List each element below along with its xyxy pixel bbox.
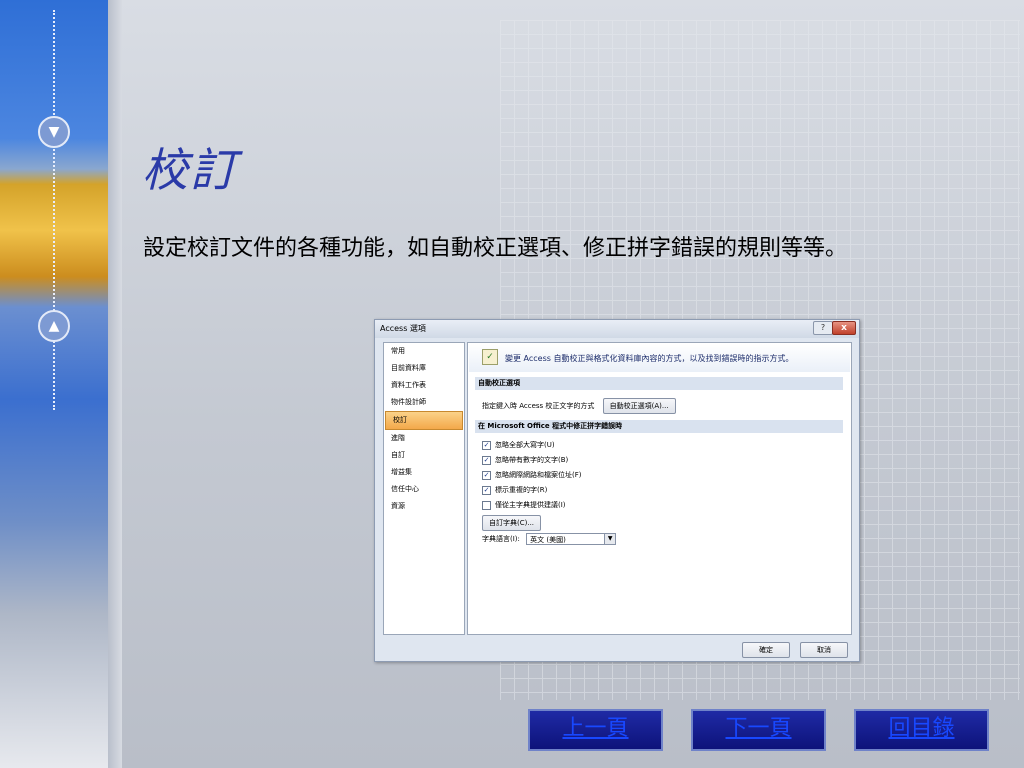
cancel-button[interactable]: 取消 [800,642,848,658]
check-label: 僅從主字典提供建議(I) [495,501,566,509]
cancel-button-wrap: 取消 [800,637,848,658]
chevron-down-icon[interactable]: ▼ [604,534,616,544]
nav-item-current-database[interactable]: 目前資料庫 [384,360,464,377]
check-label: 忽略帶有數字的文字(B) [495,456,569,464]
nav-item-advanced[interactable]: 進階 [384,430,464,447]
help-button[interactable]: ? [813,321,833,335]
autocorrect-row: 指定鍵入時 Access 校正文字的方式 自動校正選項(A)... [482,398,676,414]
access-options-dialog: Access 選項 ? x 常用 目前資料庫 資料工作表 物件設計師 校訂 進階… [374,319,860,662]
chevron-up-icon: ▲ [38,310,70,342]
proofing-check-icon: ✓ [482,349,498,365]
custom-dict-row: 自訂字典(C)... [482,515,542,531]
checkbox-checked-icon[interactable]: ✓ [482,485,491,495]
dialog-title: Access 選項 [380,324,426,333]
chevron-down-icon: ▼ [38,116,70,148]
options-nav: 常用 目前資料庫 資料工作表 物件設計師 校訂 進階 自訂 增益集 信任中心 資… [383,342,465,635]
check-label: 忽略網際網路和檔案位址(F) [495,471,582,479]
toc-button[interactable]: 回目錄 [854,709,989,751]
nav-item-object-designers[interactable]: 物件設計師 [384,394,464,411]
nav-item-datasheet[interactable]: 資料工作表 [384,377,464,394]
check-label: 忽略全部大寫字(U) [495,441,555,449]
dict-language-value: 英文 (美國) [530,536,566,544]
panel-header-text: 變更 Access 自動校正與格式化資料庫內容的方式，以及找到錯誤時的指示方式。 [505,354,794,363]
check-row-internet[interactable]: ✓ 忽略網際網路和檔案位址(F) [482,470,582,480]
check-label: 標示重複的字(R) [495,486,548,494]
dict-language-label: 字典語言(I): [482,535,520,543]
autocorrect-label: 指定鍵入時 Access 校正文字的方式 [482,402,595,410]
ok-button-wrap: 確定 [742,637,790,658]
nav-item-proofing[interactable]: 校訂 [385,411,463,430]
nav-item-customize[interactable]: 自訂 [384,447,464,464]
section-autocorrect: 自動校正選項 [475,377,843,390]
slide-title: 校訂 [142,143,238,197]
nav-item-add-ins[interactable]: 增益集 [384,464,464,481]
dialog-titlebar: Access 選項 ? x [375,320,859,338]
nav-item-general[interactable]: 常用 [384,343,464,360]
dict-language-select[interactable]: 英文 (美國) ▼ [526,533,617,545]
ok-button[interactable]: 確定 [742,642,790,658]
slide-body: 設定校訂文件的各種功能，如自動校正選項、修正拼字錯誤的規則等等。 [143,236,848,261]
check-row-uppercase[interactable]: ✓ 忽略全部大寫字(U) [482,440,555,450]
close-button[interactable]: x [832,321,856,335]
custom-dictionary-button[interactable]: 自訂字典(C)... [482,515,542,531]
section-spelling: 在 Microsoft Office 程式中修正拼字錯誤時 [475,420,843,433]
prev-page-button[interactable]: 上一頁 [528,709,663,751]
checkbox-unchecked-icon[interactable] [482,500,491,510]
dotted-line [53,10,55,410]
checkbox-checked-icon[interactable]: ✓ [482,455,491,465]
checkbox-checked-icon[interactable]: ✓ [482,440,491,450]
nav-item-resources[interactable]: 資源 [384,498,464,515]
autocorrect-options-button[interactable]: 自動校正選項(A)... [602,398,676,414]
check-row-repeated[interactable]: ✓ 標示重複的字(R) [482,485,547,495]
check-row-main-dictionary[interactable]: 僅從主字典提供建議(I) [482,500,566,510]
strip-shadow [108,0,122,768]
decorative-strip: ▼ ▲ [0,0,108,768]
nav-item-trust-center[interactable]: 信任中心 [384,481,464,498]
check-row-numbers[interactable]: ✓ 忽略帶有數字的文字(B) [482,455,568,465]
dict-language-row: 字典語言(I): 英文 (美國) ▼ [482,533,617,545]
panel-header: ✓ 變更 Access 自動校正與格式化資料庫內容的方式，以及找到錯誤時的指示方… [469,344,850,372]
proofing-panel: ✓ 變更 Access 自動校正與格式化資料庫內容的方式，以及找到錯誤時的指示方… [467,342,852,635]
checkbox-checked-icon[interactable]: ✓ [482,470,491,480]
next-page-button[interactable]: 下一頁 [691,709,826,751]
